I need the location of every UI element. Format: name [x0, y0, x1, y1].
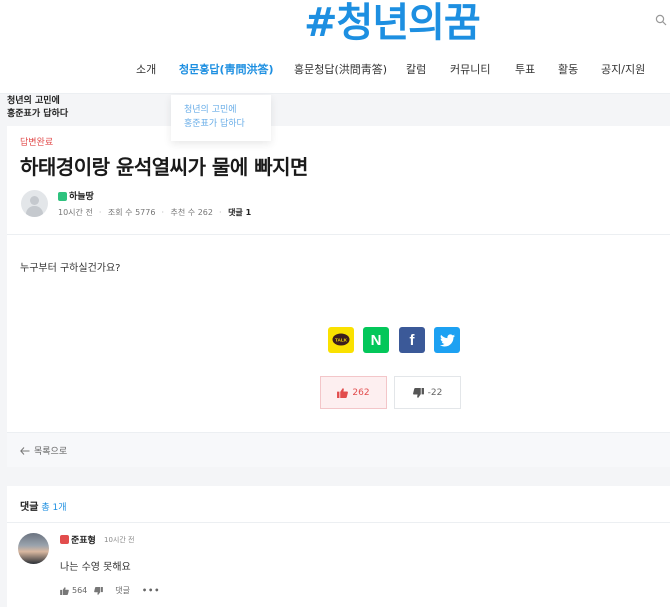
level-badge-icon	[58, 192, 67, 201]
thumbs-up-icon	[337, 387, 349, 398]
main-nav: 소개 청문홍답(靑問洪答) 홍문청답(洪問靑答) 칼럼 커뮤니티 투표 활동 공…	[0, 60, 670, 80]
comment-actions: 564 댓글 •••	[60, 585, 160, 596]
comment-time: 10시간 전	[104, 536, 135, 544]
avatar[interactable]	[21, 190, 48, 217]
nav-dropdown-menu: 청년의 고민에 홍준표가 답하다	[171, 95, 271, 141]
comments-header: 댓글 총 1개	[20, 498, 67, 513]
nav-item-vote[interactable]: 투표	[515, 60, 535, 80]
comments-title: 댓글	[20, 502, 39, 513]
comments-section: 댓글 총 1개 준표형 10시간 전 나는 수영 못해요 564 댓글 •••	[7, 486, 670, 607]
nav-item-hong-question[interactable]: 홍문청답(洪問靑答)	[294, 60, 387, 80]
comment-author[interactable]: 준표형	[71, 533, 96, 546]
post-views: 조회 수 5776	[107, 208, 156, 217]
naver-icon: N	[370, 331, 382, 349]
post-time: 10시간 전	[58, 208, 93, 217]
comment-avatar[interactable]	[18, 533, 49, 564]
thumbs-down-icon	[94, 586, 104, 595]
search-icon[interactable]	[655, 14, 667, 26]
dropdown-item-youth-concern[interactable]: 청년의 고민에	[184, 103, 271, 117]
nav-item-youth-question[interactable]: 청문홍답(靑問洪答)	[179, 60, 274, 80]
post-body: 누구부터 구하실건가요?	[20, 263, 121, 274]
share-facebook-button[interactable]: f	[399, 327, 425, 353]
upvote-count: 262	[352, 387, 370, 398]
nav-item-column[interactable]: 칼럼	[406, 60, 426, 80]
comment-like-count: 564	[72, 586, 88, 595]
post-card: 답변완료 하태경이랑 윤석열씨가 물에 빠지면 하늘땅 10시간 전 · 조회 수…	[7, 126, 670, 467]
status-badge: 답변완료	[20, 138, 54, 148]
kakao-label: TALK	[335, 337, 348, 342]
share-kakao-button[interactable]: TALK	[328, 327, 354, 353]
arrow-left-icon	[20, 446, 30, 455]
twitter-icon	[439, 333, 455, 346]
facebook-icon: f	[409, 331, 415, 349]
post-comments-count[interactable]: 댓글 1	[228, 208, 251, 217]
nav-item-community[interactable]: 커뮤니티	[450, 60, 490, 80]
post-title: 하태경이랑 윤석열씨가 물에 빠지면	[20, 155, 308, 179]
post-author[interactable]: 하늘땅	[69, 189, 94, 202]
section-title-line2: 홍준표가 답하다	[7, 109, 69, 119]
site-logo[interactable]: #청년의꿈	[304, 0, 481, 46]
section-title-line1: 청년의 고민에	[7, 96, 60, 106]
comments-total: 총 1개	[41, 503, 67, 513]
downvote-button[interactable]: -22	[394, 376, 461, 409]
nav-item-about[interactable]: 소개	[136, 60, 156, 80]
upvote-button[interactable]: 262	[320, 376, 387, 409]
downvote-count: -22	[427, 387, 443, 398]
comment-like-button[interactable]: 564	[60, 586, 87, 595]
post-footer: 목록으로	[7, 432, 670, 467]
level-badge-icon	[60, 535, 69, 544]
thumbs-up-icon	[60, 586, 69, 595]
dropdown-item-hong-answer[interactable]: 홍준표가 답하다	[184, 117, 271, 131]
nav-item-activity[interactable]: 활동	[558, 60, 578, 80]
comment-text: 나는 수영 못해요	[60, 562, 131, 573]
comment-reply-button[interactable]: 댓글	[115, 585, 130, 596]
back-to-list-link[interactable]: 목록으로	[20, 444, 67, 457]
site-header: #청년의꿈 소개 청문홍답(靑問洪答) 홍문청답(洪問靑答) 칼럼 커뮤니티 투…	[0, 0, 670, 94]
more-options-icon[interactable]: •••	[142, 586, 160, 595]
back-to-list-label: 목록으로	[34, 447, 68, 457]
post-meta: 10시간 전 · 조회 수 5776 · 추천 수 262 · 댓글 1	[58, 208, 252, 217]
section-title: 청년의 고민에 홍준표가 답하다	[7, 95, 87, 121]
divider	[7, 234, 670, 235]
comment-dislike-button[interactable]	[94, 586, 104, 595]
kakao-icon: TALK	[332, 333, 350, 346]
nav-item-notice[interactable]: 공지/지원	[601, 60, 645, 80]
share-twitter-button[interactable]	[434, 327, 460, 353]
share-naver-button[interactable]: N	[363, 327, 389, 353]
post-likes-count: 추천 수 262	[170, 208, 213, 217]
thumbs-down-icon	[412, 387, 424, 398]
divider	[7, 522, 670, 523]
